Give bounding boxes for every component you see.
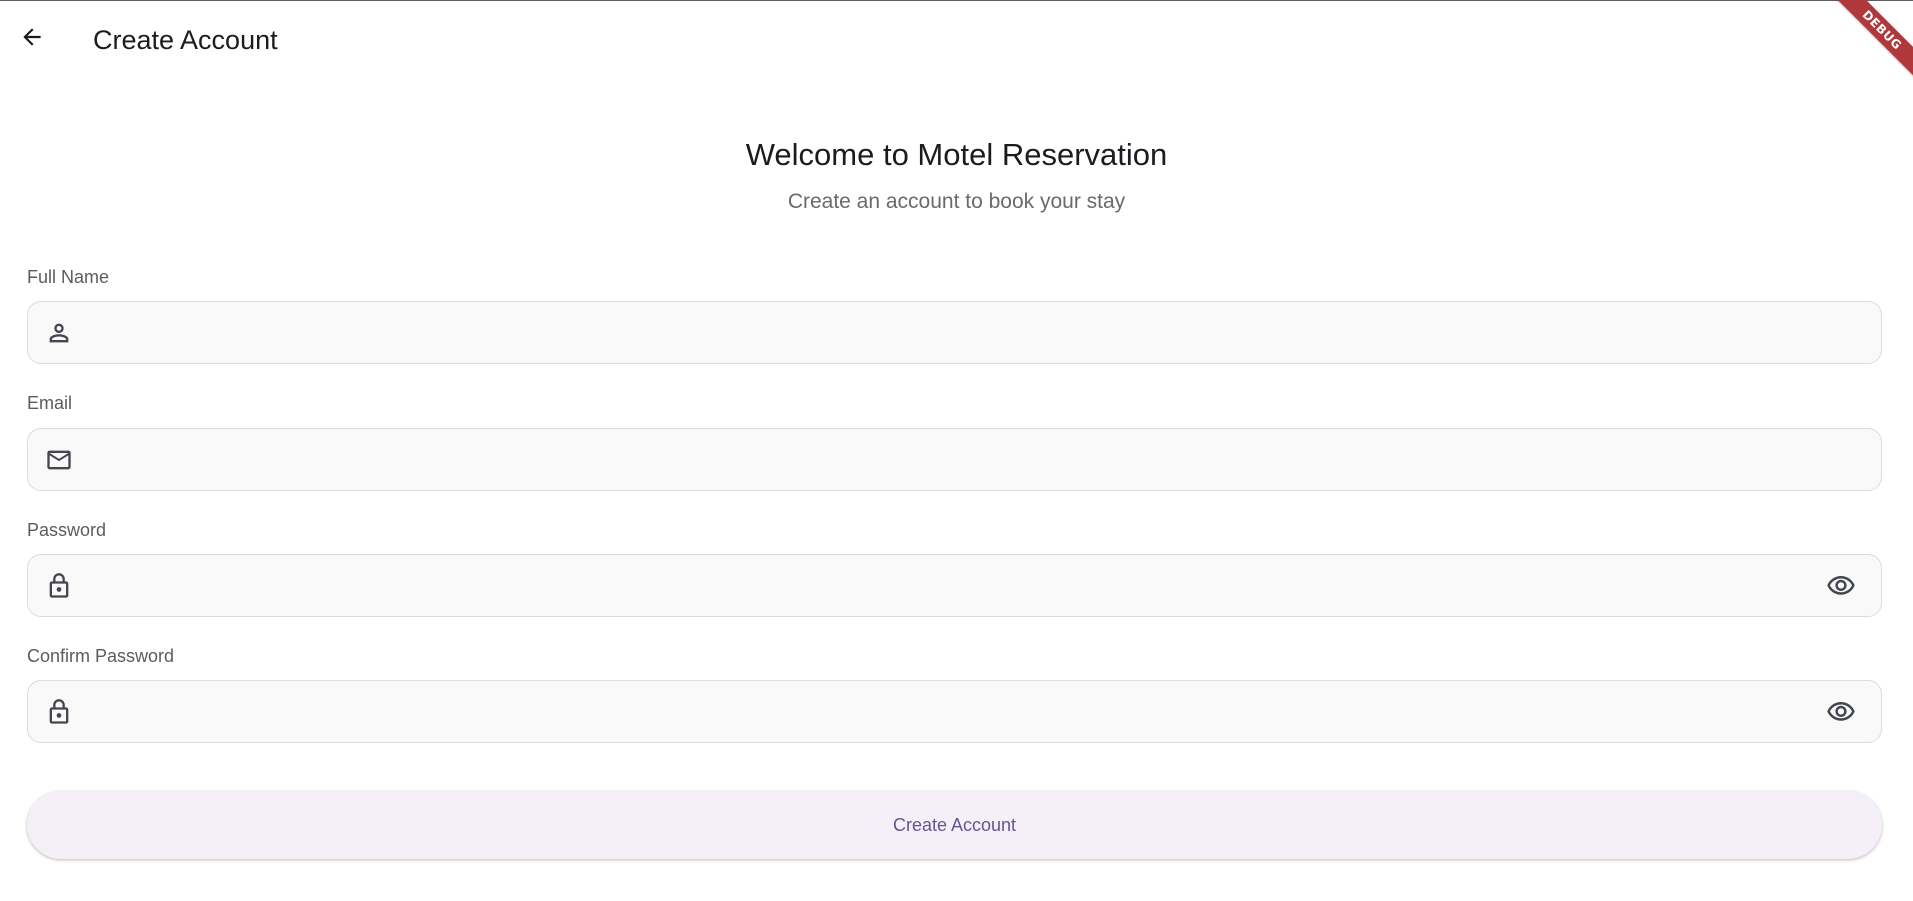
app-bar-title: Create Account bbox=[93, 25, 278, 55]
mail-icon bbox=[44, 445, 74, 475]
full-name-input[interactable] bbox=[92, 302, 1796, 365]
email-input[interactable] bbox=[92, 429, 1796, 492]
email-field[interactable] bbox=[27, 428, 1882, 492]
app-bar: Create Account bbox=[0, 1, 1913, 81]
lock-icon bbox=[44, 697, 74, 727]
create-account-button[interactable]: Create Account bbox=[27, 791, 1882, 859]
back-button[interactable] bbox=[8, 13, 56, 61]
full-name-field[interactable] bbox=[27, 301, 1882, 365]
confirm-password-input[interactable] bbox=[92, 681, 1796, 744]
welcome-subtitle: Create an account to book your stay bbox=[787, 190, 1126, 213]
password-label: Password bbox=[27, 520, 107, 540]
full-name-label: Full Name bbox=[27, 267, 110, 287]
confirm-password-field[interactable] bbox=[27, 680, 1882, 744]
password-input[interactable] bbox=[92, 555, 1796, 618]
eye-icon[interactable] bbox=[1825, 697, 1857, 727]
confirm-password-label: Confirm Password bbox=[27, 646, 175, 666]
email-label: Email bbox=[27, 393, 73, 413]
create-account-button-label: Create Account bbox=[892, 814, 1017, 835]
password-field[interactable] bbox=[27, 554, 1882, 618]
person-icon bbox=[44, 318, 74, 348]
eye-icon[interactable] bbox=[1825, 571, 1857, 601]
lock-icon bbox=[44, 571, 74, 601]
arrow-left-icon bbox=[23, 28, 41, 46]
welcome-heading: Welcome to Motel Reservation bbox=[745, 137, 1168, 172]
